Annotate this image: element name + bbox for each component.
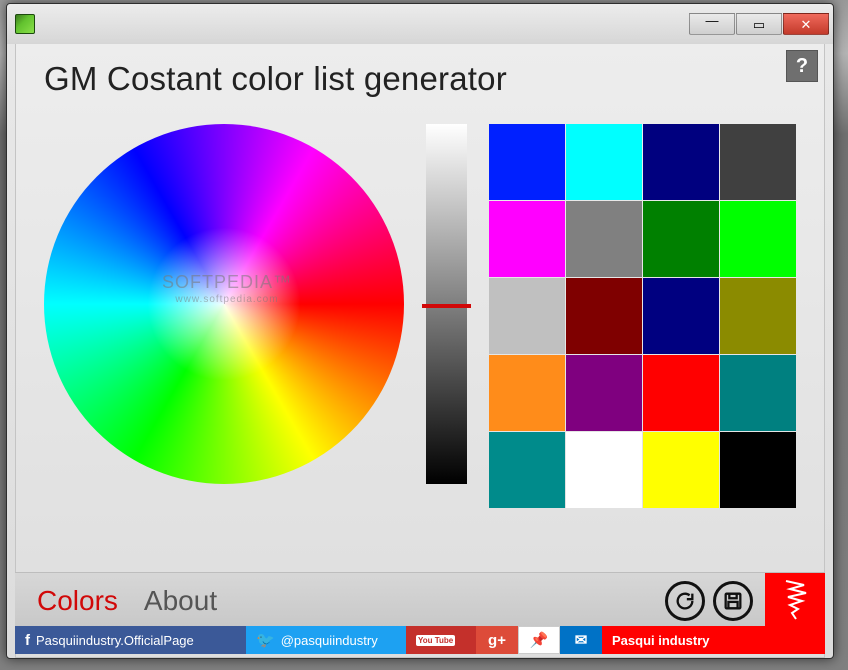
save-icon — [722, 590, 744, 612]
swatch-4[interactable] — [489, 201, 565, 277]
facebook-icon: f — [25, 633, 30, 648]
youtube-link[interactable]: You Tube — [406, 626, 476, 654]
refresh-icon — [674, 590, 696, 612]
help-icon: ? — [796, 55, 808, 78]
content-area: ? GM Costant color list generator SOFTPE… — [15, 44, 825, 658]
tab-bar: Colors About — [15, 572, 825, 628]
googleplus-icon: g+ — [488, 633, 506, 648]
twitter-icon: 🐦 — [256, 633, 275, 648]
website-link[interactable]: Pasqui industry — [602, 626, 825, 654]
brightness-slider[interactable] — [426, 124, 467, 484]
maximize-button[interactable]: ▭ — [736, 13, 782, 35]
swatch-10[interactable] — [643, 278, 719, 354]
swatch-0[interactable] — [489, 124, 565, 200]
swatch-grid — [489, 124, 796, 508]
tab-colors[interactable]: Colors — [37, 585, 118, 617]
swatch-1[interactable] — [566, 124, 642, 200]
color-wheel[interactable] — [44, 124, 404, 484]
facebook-link[interactable]: f Pasquiindustry.OfficialPage — [15, 626, 246, 654]
pinterest-link[interactable]: 📌 — [518, 626, 560, 654]
slider-indicator — [422, 304, 471, 308]
twitter-label: @pasquiindustry — [281, 633, 378, 648]
swatch-3[interactable] — [720, 124, 796, 200]
swatch-9[interactable] — [566, 278, 642, 354]
close-button[interactable]: ✕ — [783, 13, 829, 35]
titlebar[interactable]: — ▭ ✕ — [7, 4, 833, 44]
minimize-button[interactable]: — — [689, 13, 735, 35]
pinterest-icon: 📌 — [530, 633, 549, 648]
social-bar: f Pasquiindustry.OfficialPage 🐦 @pasquii… — [15, 626, 825, 654]
swatch-19[interactable] — [720, 432, 796, 508]
save-button[interactable] — [713, 581, 753, 621]
twitter-link[interactable]: 🐦 @pasquiindustry — [246, 626, 406, 654]
help-button[interactable]: ? — [786, 50, 818, 82]
swatch-15[interactable] — [720, 355, 796, 431]
email-link[interactable]: ✉ — [560, 626, 602, 654]
mail-icon: ✉ — [575, 633, 588, 648]
swatch-7[interactable] — [720, 201, 796, 277]
tab-about[interactable]: About — [144, 585, 217, 617]
swatch-2[interactable] — [643, 124, 719, 200]
brand-logo-icon — [776, 579, 814, 623]
refresh-button[interactable] — [665, 581, 705, 621]
page-title: GM Costant color list generator — [16, 44, 824, 98]
youtube-icon: You Tube — [416, 635, 455, 646]
swatch-14[interactable] — [643, 355, 719, 431]
app-icon — [15, 14, 35, 34]
swatch-12[interactable] — [489, 355, 565, 431]
swatch-5[interactable] — [566, 201, 642, 277]
facebook-label: Pasquiindustry.OfficialPage — [36, 633, 194, 648]
swatch-6[interactable] — [643, 201, 719, 277]
app-window: — ▭ ✕ ? GM Costant color list generator … — [6, 3, 834, 659]
swatch-16[interactable] — [489, 432, 565, 508]
brand-tile-button[interactable] — [765, 573, 825, 629]
swatch-8[interactable] — [489, 278, 565, 354]
swatch-11[interactable] — [720, 278, 796, 354]
swatch-13[interactable] — [566, 355, 642, 431]
googleplus-link[interactable]: g+ — [476, 626, 518, 654]
website-label: Pasqui industry — [612, 633, 710, 648]
swatch-17[interactable] — [566, 432, 642, 508]
swatch-18[interactable] — [643, 432, 719, 508]
